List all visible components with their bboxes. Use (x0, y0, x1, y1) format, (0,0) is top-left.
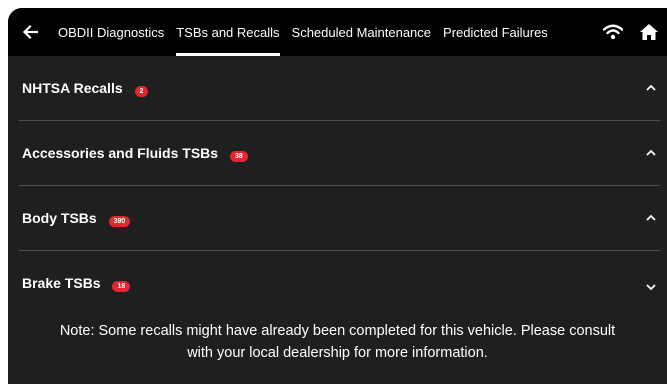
note-line-2: with your local dealership for more info… (187, 345, 488, 361)
chevron-up-icon (646, 84, 656, 91)
back-button[interactable] (8, 8, 52, 56)
tab-tsbs-and-recalls[interactable]: TSBs and Recalls (170, 8, 285, 56)
recall-note: Note: Some recalls might have already be… (8, 320, 667, 364)
section-body-tsbs[interactable]: Body TSBs 390 (8, 186, 667, 250)
app-screen: OBDII Diagnostics TSBs and Recalls Sched… (8, 8, 667, 384)
section-title: Body TSBs 390 (22, 210, 131, 227)
top-navigation-bar: OBDII Diagnostics TSBs and Recalls Sched… (8, 8, 667, 56)
chevron-up-icon (646, 149, 656, 156)
home-button[interactable] (631, 8, 667, 56)
wifi-button[interactable] (595, 8, 631, 56)
tab-bar: OBDII Diagnostics TSBs and Recalls Sched… (52, 8, 554, 56)
count-badge: 18 (112, 280, 131, 292)
home-icon (640, 24, 658, 40)
tab-predicted-failures[interactable]: Predicted Failures (437, 8, 554, 56)
note-line-1: Note: Some recalls might have already be… (59, 323, 616, 339)
chevron-down-icon (646, 284, 656, 291)
status-icons (595, 8, 667, 56)
section-title: NHTSA Recalls 2 (22, 80, 149, 97)
section-title-text: Accessories and Fluids TSBs (22, 145, 219, 161)
section-nhtsa-recalls[interactable]: NHTSA Recalls 2 (8, 56, 667, 120)
count-badge: 390 (108, 215, 131, 227)
back-arrow-icon (22, 24, 38, 40)
count-badge: 2 (134, 85, 149, 97)
section-brake-tsbs[interactable]: Brake TSBs 18 (8, 251, 667, 315)
section-title-text: Brake TSBs (22, 275, 101, 291)
tab-label: Predicted Failures (443, 24, 548, 40)
chevron-up-icon (646, 214, 656, 221)
tab-obdii-diagnostics[interactable]: OBDII Diagnostics (52, 8, 170, 56)
tab-label: OBDII Diagnostics (58, 24, 165, 40)
tab-scheduled-maintenance[interactable]: Scheduled Maintenance (286, 8, 438, 56)
section-title: Accessories and Fluids TSBs 38 (22, 145, 248, 162)
section-accessories-and-fluids-tsbs[interactable]: Accessories and Fluids TSBs 38 (8, 121, 667, 185)
section-title: Brake TSBs 18 (22, 275, 131, 292)
section-title-text: Body TSBs (22, 210, 97, 226)
tab-label: TSBs and Recalls (176, 24, 280, 40)
wifi-icon (603, 24, 623, 40)
tab-label: Scheduled Maintenance (291, 24, 432, 40)
count-badge: 38 (229, 150, 248, 162)
section-title-text: NHTSA Recalls (22, 80, 123, 96)
